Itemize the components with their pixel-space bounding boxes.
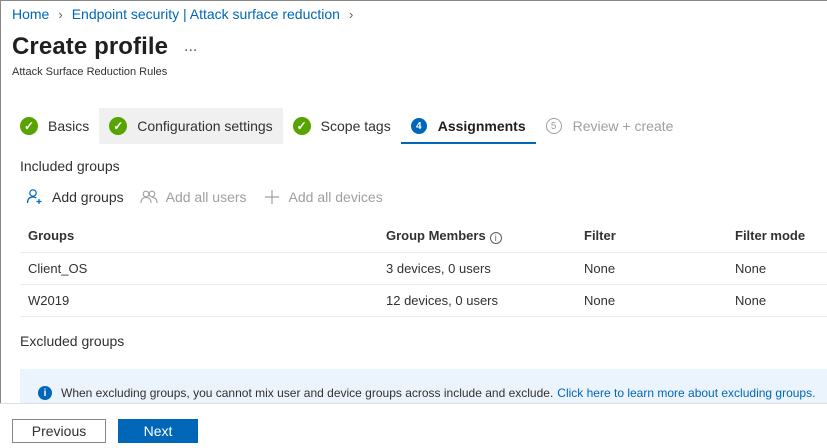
previous-button[interactable]: Previous — [12, 419, 106, 443]
add-all-users-label: Add all users — [165, 189, 247, 205]
included-command-bar: Add groups Add all users Add all devices — [26, 188, 399, 206]
table-header-row: Groups Group Members i Filter Filter mode — [20, 220, 827, 253]
add-groups-label: Add groups — [52, 189, 124, 205]
cell-filter-mode: None — [727, 252, 827, 285]
breadcrumb: Home › Endpoint security | Attack surfac… — [12, 6, 362, 22]
info-icon[interactable]: i — [489, 231, 502, 244]
table-row[interactable]: W2019 12 devices, 0 users None None — [20, 284, 827, 317]
add-person-icon — [26, 189, 42, 204]
included-groups-table: Groups Group Members i Filter Filter mode… — [20, 220, 827, 317]
checkmark-icon: ✓ — [20, 117, 38, 135]
step-scope-tags[interactable]: ✓ Scope tags — [283, 108, 401, 144]
checkmark-icon: ✓ — [109, 117, 128, 135]
column-header-groups[interactable]: Groups — [20, 220, 378, 253]
step-label: Assignments — [437, 118, 526, 134]
cell-filter: None — [576, 252, 727, 285]
cell-group: Client_OS — [20, 252, 378, 285]
breadcrumb-home[interactable]: Home — [12, 6, 49, 22]
column-header-filter-mode[interactable]: Filter mode — [727, 220, 827, 253]
checkmark-icon: ✓ — [292, 117, 311, 135]
excluded-groups-heading: Excluded groups — [20, 333, 125, 349]
chevron-right-icon: › — [348, 6, 354, 22]
column-header-group-members[interactable]: Group Members i — [378, 220, 576, 253]
breadcrumb-endpoint-security[interactable]: Endpoint security | Attack surface reduc… — [72, 6, 340, 22]
step-configuration-settings[interactable]: ✓ Configuration settings — [99, 108, 283, 144]
wizard-steps: ✓ Basics ✓ Configuration settings ✓ Scop… — [10, 108, 683, 144]
included-groups-heading: Included groups — [20, 158, 120, 174]
next-button[interactable]: Next — [118, 419, 198, 443]
info-message: When excluding groups, you cannot mix us… — [61, 386, 816, 400]
exclusion-info-bar: i When excluding groups, you cannot mix … — [20, 369, 827, 403]
step-label: Basics — [48, 118, 90, 134]
step-basics[interactable]: ✓ Basics — [10, 108, 99, 144]
add-all-devices-label: Add all devices — [288, 189, 383, 205]
users-icon — [140, 190, 158, 204]
step-review-create: 5 Review + create — [536, 108, 684, 144]
cell-filter-mode: None — [727, 284, 827, 317]
chevron-right-icon: › — [58, 6, 63, 22]
step-label: Review + create — [572, 118, 674, 134]
add-all-users-button: Add all users — [140, 188, 247, 206]
step-label: Scope tags — [320, 118, 391, 134]
page-subtitle: Attack Surface Reduction Rules — [12, 66, 168, 78]
step-number-4: 4 — [410, 118, 427, 134]
learn-more-link[interactable]: Click here to learn more about excluding… — [557, 386, 815, 400]
plus-icon — [264, 190, 279, 204]
cell-filter: None — [576, 284, 727, 317]
page-title: Create profile — [12, 33, 169, 60]
more-options-icon[interactable]: ... — [184, 38, 197, 56]
step-number-5: 5 — [545, 118, 562, 134]
add-groups-button[interactable]: Add groups — [26, 188, 124, 206]
footer-bar: Previous Next — [0, 403, 827, 448]
column-header-filter[interactable]: Filter — [576, 220, 727, 253]
info-icon: i — [38, 386, 52, 400]
table-row[interactable]: Client_OS 3 devices, 0 users None None — [20, 252, 827, 285]
add-all-devices-button: Add all devices — [263, 188, 383, 206]
cell-members: 12 devices, 0 users — [378, 284, 576, 317]
cell-members: 3 devices, 0 users — [378, 252, 576, 285]
step-assignments[interactable]: 4 Assignments — [400, 108, 536, 144]
step-label: Configuration settings — [137, 118, 273, 134]
cell-group: W2019 — [20, 284, 378, 317]
